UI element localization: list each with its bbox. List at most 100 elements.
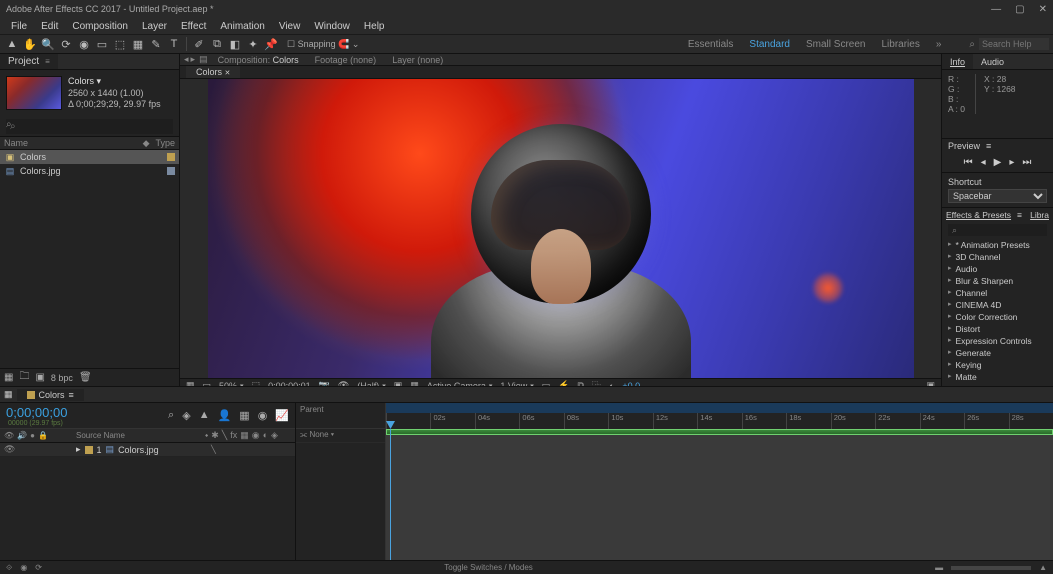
effect-category[interactable]: 3D Channel xyxy=(942,251,1053,263)
comp-tab-colors[interactable]: Colors ✕ xyxy=(186,66,240,78)
new-comp-icon[interactable]: ▣ xyxy=(35,372,44,383)
menu-animation[interactable]: Animation xyxy=(213,21,271,32)
effects-menu-icon[interactable]: ≡ xyxy=(1017,210,1022,220)
motion-blur-icon[interactable]: ◉ xyxy=(258,409,268,422)
close-tab-icon[interactable]: ✕ xyxy=(225,70,231,77)
column-type[interactable]: Type xyxy=(155,138,175,148)
rotate-tool-icon[interactable]: ◉ xyxy=(76,36,92,52)
project-tab[interactable]: Project≡ xyxy=(0,54,58,69)
column-label-icon[interactable]: ◆ xyxy=(143,138,150,149)
roto-tool-icon[interactable]: ✦ xyxy=(245,36,261,52)
nav-back-icon[interactable]: ◂ xyxy=(184,54,189,65)
workspace-standard[interactable]: Standard xyxy=(749,39,790,50)
delete-icon[interactable]: 🗑 xyxy=(79,372,92,383)
panel-menu-icon[interactable]: ≡ xyxy=(45,57,50,66)
prev-frame-icon[interactable]: ◂ xyxy=(981,157,986,168)
orbit-tool-icon[interactable]: ⟳ xyxy=(58,36,74,52)
breadcrumb-footage[interactable]: Footage (none) xyxy=(309,55,383,65)
effects-presets-tab[interactable]: Effects & Presets xyxy=(946,210,1011,220)
tl-footer-icon2[interactable]: ◉ xyxy=(20,563,27,572)
hand-tool-icon[interactable]: ✋ xyxy=(22,36,38,52)
anchor-tool-icon[interactable]: ⬚ xyxy=(112,36,128,52)
menu-composition[interactable]: Composition xyxy=(65,21,135,32)
asset-item-colors-jpg[interactable]: ▤ Colors.jpg xyxy=(0,164,179,178)
draft-3d-icon[interactable]: ▲ xyxy=(199,409,210,422)
selection-tool-icon[interactable]: ▲ xyxy=(4,36,20,52)
effect-category[interactable]: Color Correction xyxy=(942,311,1053,323)
zoom-in-icon[interactable]: ▲ xyxy=(1039,563,1047,572)
puppet-tool-icon[interactable]: 📌 xyxy=(263,36,279,52)
comp-name[interactable]: Colors ▾ xyxy=(68,76,161,88)
menu-file[interactable]: File xyxy=(4,21,34,32)
libraries-tab[interactable]: Libra xyxy=(1030,210,1049,220)
camera-tool-icon[interactable]: ▭ xyxy=(94,36,110,52)
menu-help[interactable]: Help xyxy=(357,21,392,32)
workspace-overflow[interactable]: » xyxy=(936,39,942,50)
info-tab[interactable]: Info xyxy=(942,54,973,69)
composition-viewer[interactable] xyxy=(180,79,941,378)
asset-item-colors-comp[interactable]: ▣ Colors xyxy=(0,150,179,164)
frame-blend-icon[interactable]: ▦ xyxy=(239,409,249,422)
zoom-out-icon[interactable]: ▬ xyxy=(935,563,943,572)
search-layers-icon[interactable]: ⌕ xyxy=(168,409,174,422)
first-frame-icon[interactable]: ⏮ xyxy=(964,157,973,168)
breadcrumb-comp[interactable]: Composition: Colors xyxy=(212,55,305,65)
breadcrumb-layer[interactable]: Layer (none) xyxy=(386,55,449,65)
interpret-footage-icon[interactable]: ▦ xyxy=(4,372,13,383)
brush-tool-icon[interactable]: ✐ xyxy=(191,36,207,52)
menu-layer[interactable]: Layer xyxy=(135,21,174,32)
graph-editor-icon[interactable]: 📈 xyxy=(275,409,289,422)
current-time[interactable]: 0;00;00;00 xyxy=(6,405,67,420)
shy-icon[interactable]: 👤 xyxy=(218,409,232,422)
timeline-track-area[interactable]: Parent 02s04s06s08s10s12s14s16s18s20s22s… xyxy=(296,403,1053,560)
effect-category[interactable]: Audio xyxy=(942,263,1053,275)
play-icon[interactable]: ▶ xyxy=(994,157,1002,168)
comp-mini-flowchart-icon[interactable]: ◈ xyxy=(182,409,190,422)
viewer-canvas[interactable] xyxy=(208,79,914,378)
composition-thumbnail[interactable] xyxy=(6,76,62,110)
flowchart-icon[interactable]: ▤ xyxy=(199,54,208,65)
workspace-libraries[interactable]: Libraries xyxy=(881,39,919,50)
menu-view[interactable]: View xyxy=(272,21,308,32)
menu-effect[interactable]: Effect xyxy=(174,21,213,32)
type-tool-icon[interactable]: T xyxy=(166,36,182,52)
next-frame-icon[interactable]: ▸ xyxy=(1009,157,1014,168)
timeline-tab-colors[interactable]: Colors ≡ xyxy=(17,389,84,401)
new-folder-icon[interactable]: 🗀 xyxy=(19,369,29,386)
video-col-icon[interactable]: 👁 xyxy=(4,431,14,440)
clone-tool-icon[interactable]: ⧉ xyxy=(209,36,225,52)
eraser-tool-icon[interactable]: ◧ xyxy=(227,36,243,52)
zoom-tool-icon[interactable]: 🔍 xyxy=(40,36,56,52)
effect-category[interactable]: Generate xyxy=(942,347,1053,359)
quality-switch[interactable]: ╲ xyxy=(211,445,216,454)
video-toggle[interactable]: 👁 xyxy=(4,444,15,455)
panel-menu-icon[interactable]: ≡ xyxy=(986,141,991,151)
layer-label-swatch[interactable] xyxy=(85,446,93,454)
nav-fwd-icon[interactable]: ▸ xyxy=(191,54,196,65)
workspace-essentials[interactable]: Essentials xyxy=(688,39,734,50)
zoom-slider[interactable] xyxy=(951,566,1031,570)
effect-category[interactable]: Expression Controls xyxy=(942,335,1053,347)
effect-category[interactable]: Blur & Sharpen xyxy=(942,275,1053,287)
close-button[interactable]: ✕ xyxy=(1039,4,1047,15)
tl-footer-icon3[interactable]: ⟳ xyxy=(35,563,42,572)
help-search-input[interactable] xyxy=(979,38,1049,50)
tl-footer-icon1[interactable]: ⟐ xyxy=(6,563,12,573)
last-frame-icon[interactable]: ⏭ xyxy=(1022,157,1031,168)
effect-category[interactable]: Distort xyxy=(942,323,1053,335)
pen-tool-icon[interactable]: ✎ xyxy=(148,36,164,52)
project-search-input[interactable] xyxy=(6,119,173,134)
effect-category[interactable]: CINEMA 4D xyxy=(942,299,1053,311)
audio-tab[interactable]: Audio xyxy=(973,54,1012,69)
parent-dropdown[interactable]: ⫘ None ▾ xyxy=(296,429,385,443)
column-name[interactable]: Name xyxy=(4,138,143,148)
effect-category[interactable]: Keying xyxy=(942,359,1053,371)
effect-category[interactable]: Channel xyxy=(942,287,1053,299)
color-depth[interactable]: 8 bpc xyxy=(51,373,73,383)
layer-clip[interactable] xyxy=(386,429,1053,435)
twirl-icon[interactable]: ▸ xyxy=(76,444,81,455)
audio-col-icon[interactable]: 🔊 xyxy=(17,431,27,440)
effect-category[interactable]: * Animation Presets xyxy=(942,239,1053,251)
playhead[interactable] xyxy=(390,429,391,560)
render-queue-icon[interactable]: ▦ xyxy=(4,389,13,400)
